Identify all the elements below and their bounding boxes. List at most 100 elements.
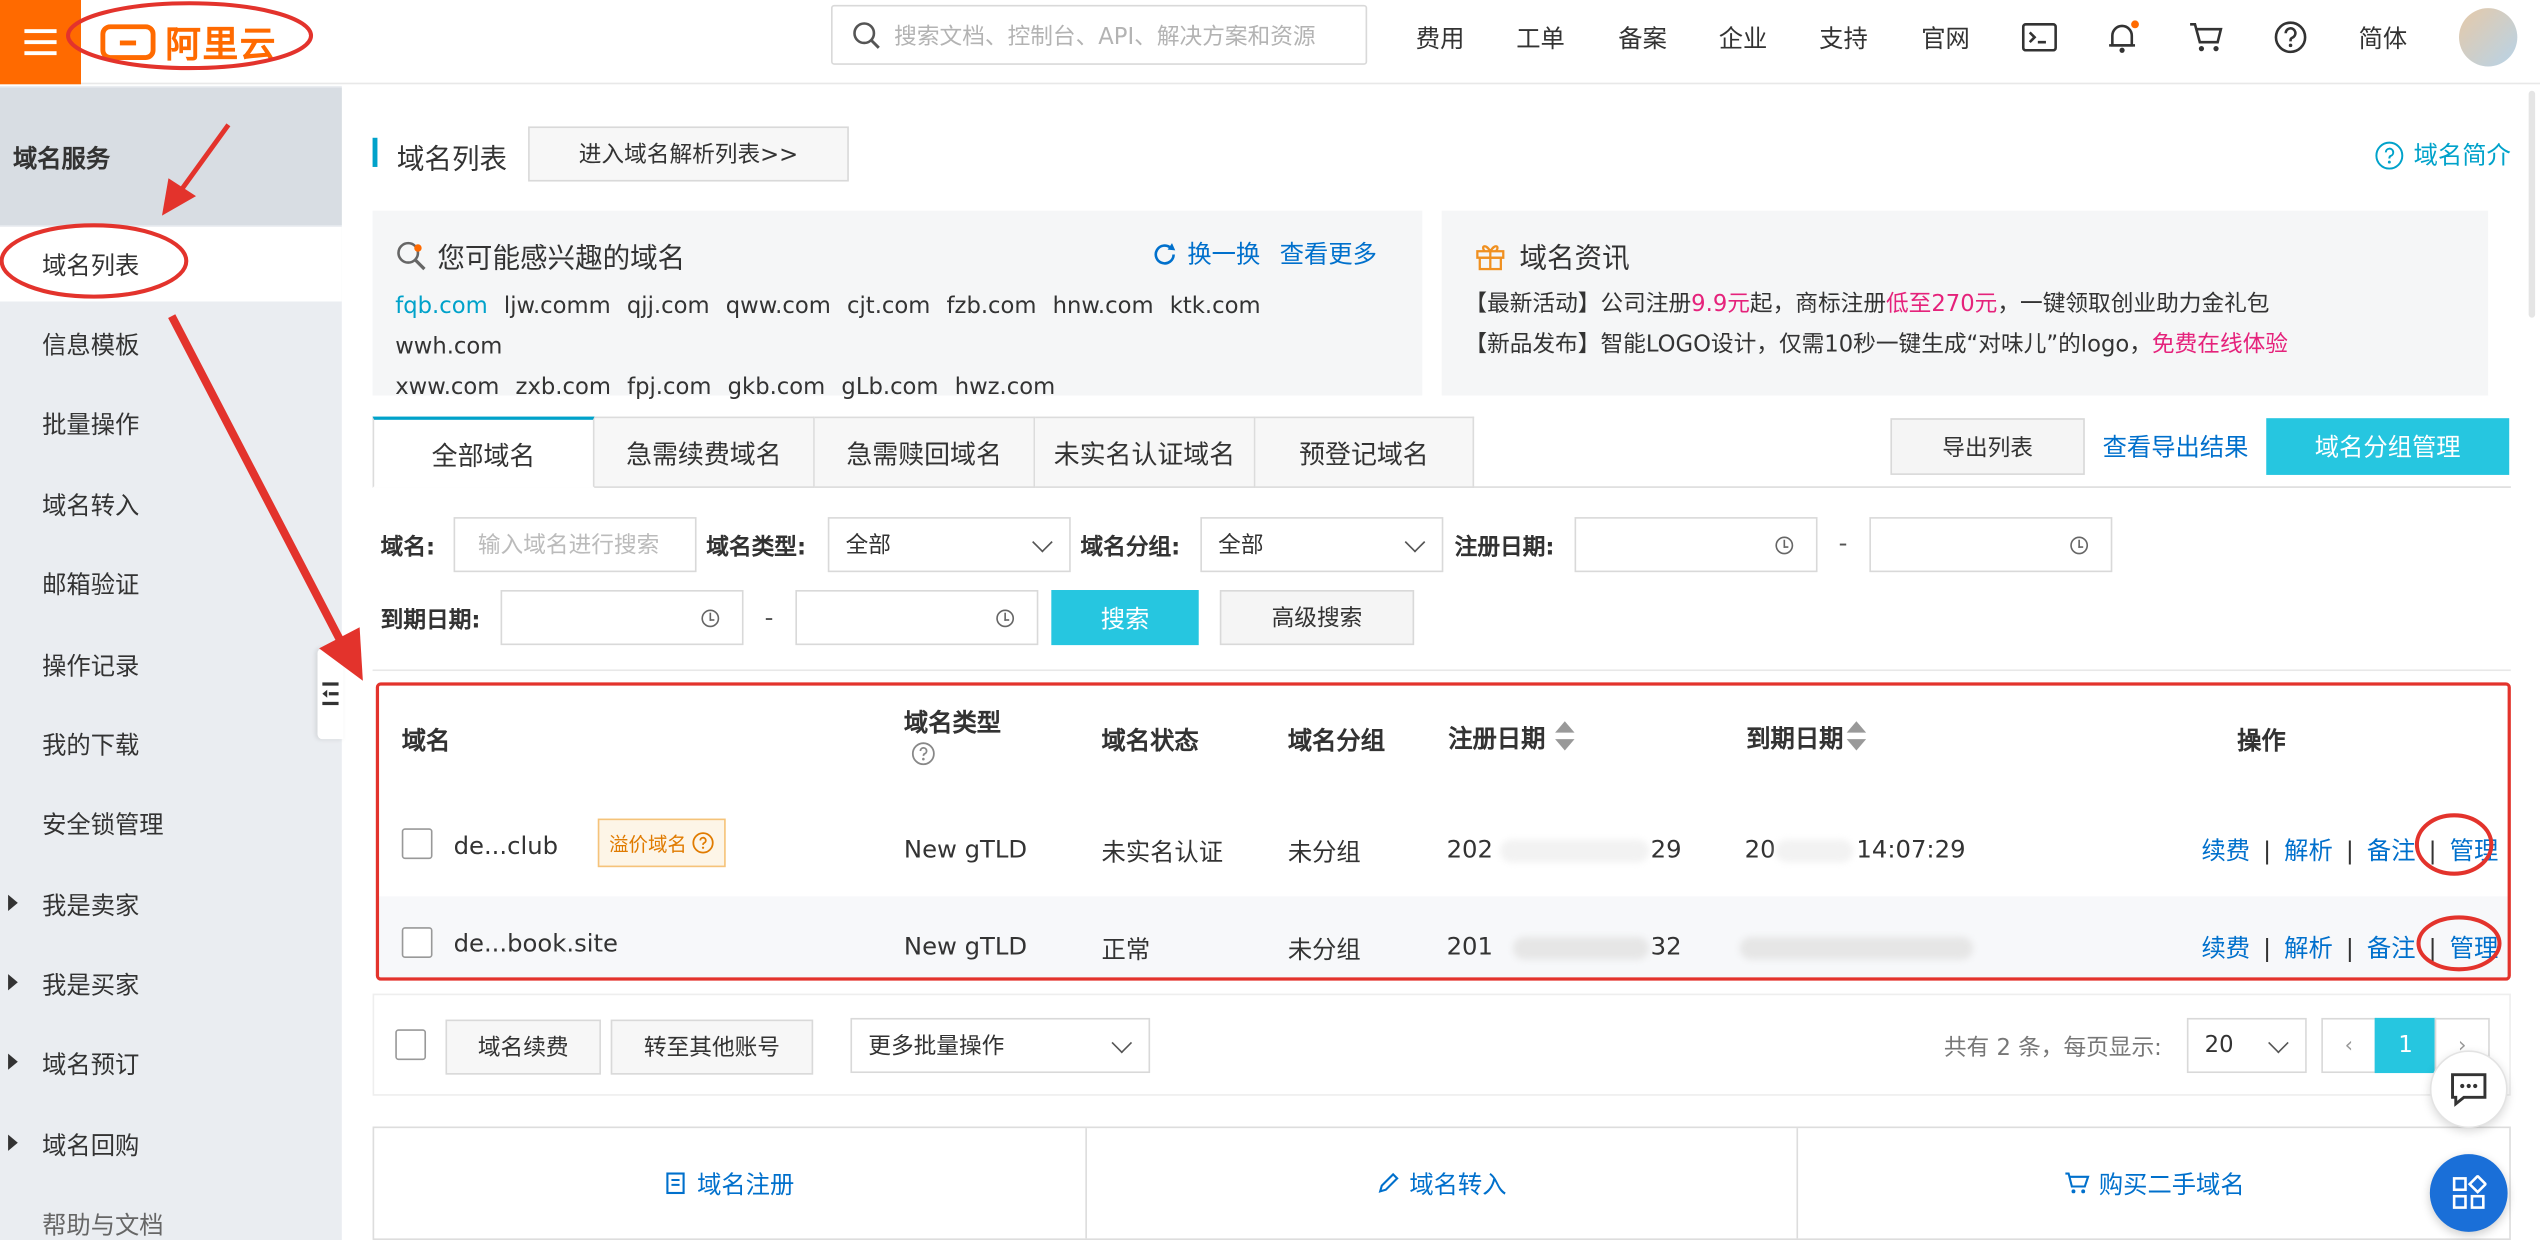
global-search-input[interactable]: 搜索文档、控制台、API、解决方案和资源 [831, 4, 1368, 65]
group-manage-button[interactable]: 域名分组管理 [2266, 418, 2510, 475]
prev-page-button[interactable]: ‹ [2321, 1017, 2377, 1074]
renew-link[interactable]: 续费 [2201, 934, 2250, 963]
see-more-link[interactable]: 查看更多 [1280, 237, 1377, 271]
menu-button[interactable] [0, 0, 81, 85]
sidebar-collapse-toggle[interactable] [317, 648, 344, 740]
tab-renew-urgent[interactable]: 急需续费域名 [594, 416, 815, 488]
domain-link[interactable]: de...book.site [454, 929, 618, 958]
reg-date-end[interactable] [1869, 517, 2113, 573]
sidebar-item-info-template[interactable]: 信息模板 [0, 306, 342, 381]
tab-redeem-urgent[interactable]: 急需赎回域名 [814, 416, 1036, 488]
sidebar-item-help-docs[interactable]: 帮助与文档 [0, 1186, 342, 1239]
suggested-domain[interactable]: qww.com [726, 287, 831, 328]
bell-icon[interactable] [2103, 18, 2142, 57]
quick-register[interactable]: 域名注册 [374, 1128, 1087, 1239]
exp-date-end[interactable] [795, 590, 1039, 646]
quick-buy-used[interactable]: 购买二手域名 [1799, 1128, 2510, 1238]
suggested-domain[interactable]: hnw.com [1053, 287, 1154, 328]
domain-link[interactable]: de...club [454, 832, 558, 861]
resolve-list-button[interactable]: 进入域名解析列表>> [528, 126, 849, 182]
chat-button[interactable] [2429, 1050, 2508, 1129]
sidebar-item-buyer[interactable]: 我是买家 [0, 947, 342, 1022]
free-trial-link[interactable]: 免费在线体验 [2152, 332, 2288, 358]
select-all-checkbox[interactable] [395, 1029, 427, 1061]
sidebar-item-buyback[interactable]: 域名回购 [0, 1107, 342, 1182]
sidebar-item-downloads[interactable]: 我的下载 [0, 707, 342, 782]
quick-transfer[interactable]: 域名转入 [1086, 1128, 1799, 1239]
news-highlight[interactable]: 低至270元 [1886, 292, 1997, 318]
suggested-domain[interactable]: hwz.com [955, 368, 1055, 409]
suggested-domain[interactable]: fqb.com [395, 287, 487, 328]
bulk-renew-button[interactable]: 域名续费 [445, 1019, 601, 1075]
nav-official-site[interactable]: 官网 [1921, 0, 1970, 75]
tab-all-domains[interactable]: 全部域名 [372, 416, 595, 488]
sidebar-item-email-verify[interactable]: 邮箱验证 [0, 546, 342, 621]
page-size-select[interactable]: 20 [2186, 1017, 2307, 1074]
suggested-domain[interactable]: qjj.com [627, 287, 710, 328]
apps-button[interactable] [2429, 1154, 2508, 1232]
terminal-icon[interactable] [2020, 18, 2059, 57]
nav-tickets[interactable]: 工单 [1516, 0, 1565, 75]
question-circle-icon[interactable] [692, 832, 715, 855]
export-list-button[interactable]: 导出列表 [1890, 418, 2085, 475]
more-bulk-select[interactable]: 更多批量操作 [850, 1017, 1151, 1074]
sidebar-item-batch-ops[interactable]: 批量操作 [0, 386, 342, 461]
nav-support[interactable]: 支持 [1819, 0, 1868, 75]
type-help-icon[interactable] [910, 741, 936, 767]
advanced-search-button[interactable]: 高级搜索 [1219, 590, 1415, 646]
page-1-button[interactable]: 1 [2374, 1017, 2437, 1074]
nav-fees[interactable]: 费用 [1416, 0, 1465, 75]
suggested-domain[interactable]: fzb.com [947, 287, 1037, 328]
domain-search-input[interactable]: 输入域名进行搜索 [453, 517, 697, 573]
note-link[interactable]: 备注 [2367, 934, 2416, 963]
suggested-domain[interactable]: zxb.com [516, 368, 611, 409]
help-icon[interactable] [2271, 18, 2310, 57]
avatar[interactable] [2459, 8, 2518, 67]
transfer-account-button[interactable]: 转至其他账号 [610, 1019, 814, 1075]
sidebar-item-transfer-in[interactable]: 域名转入 [0, 467, 342, 542]
manage-link[interactable]: 管理 [2450, 934, 2499, 963]
nav-icp[interactable]: 备案 [1618, 0, 1667, 75]
renew-link[interactable]: 续费 [2201, 836, 2250, 865]
domain-intro-link[interactable]: 域名简介 [2375, 138, 2511, 172]
reg-date-start[interactable] [1574, 517, 1818, 573]
cart-icon[interactable] [2187, 18, 2226, 57]
sort-icon[interactable] [1846, 721, 1867, 751]
tab-unverified[interactable]: 未实名认证域名 [1035, 416, 1256, 488]
suggested-domain[interactable]: gLb.com [841, 368, 938, 409]
manage-link[interactable]: 管理 [2450, 836, 2499, 865]
sidebar-item-op-log[interactable]: 操作记录 [0, 627, 342, 702]
sidebar-item-reserve[interactable]: 域名预订 [0, 1026, 342, 1101]
group-select[interactable]: 全部 [1200, 517, 1444, 573]
col-reg-date[interactable]: 注册日期 [1448, 721, 1545, 755]
export-result-link[interactable]: 查看导出结果 [2103, 430, 2249, 464]
language-switch[interactable]: 简体 [2359, 0, 2408, 75]
suggested-domain[interactable]: gkb.com [728, 368, 826, 409]
dns-link[interactable]: 解析 [2284, 934, 2333, 963]
sidebar-item-seller[interactable]: 我是卖家 [0, 867, 342, 942]
aliyun-logo[interactable]: 阿里云 [100, 13, 277, 71]
suggested-domain[interactable]: cjt.com [847, 287, 930, 328]
suggested-domain[interactable]: ktk.com [1170, 287, 1261, 328]
row-checkbox[interactable] [401, 828, 433, 860]
note-link[interactable]: 备注 [2367, 836, 2416, 865]
nav-enterprise[interactable]: 企业 [1719, 0, 1768, 75]
suggested-domain[interactable]: fpj.com [627, 368, 711, 409]
suggested-domain[interactable]: xww.com [395, 368, 499, 409]
scrollbar[interactable] [2528, 90, 2536, 318]
domain-status-link[interactable]: 未实名认证 [1102, 835, 1224, 869]
sort-icon[interactable] [1555, 721, 1575, 751]
tab-preregistered[interactable]: 预登记域名 [1255, 416, 1475, 488]
dns-link[interactable]: 解析 [2284, 836, 2333, 865]
suggested-domain[interactable]: wwh.com [395, 327, 502, 368]
news-highlight[interactable]: 9.9元 [1691, 292, 1750, 318]
sidebar-item-domain-list[interactable]: 域名列表 [0, 226, 342, 302]
refresh-link[interactable]: 换一换 [1152, 237, 1260, 271]
type-select[interactable]: 全部 [827, 517, 1071, 573]
row-checkbox[interactable] [401, 927, 433, 958]
suggested-domain[interactable]: ljw.comm [504, 287, 611, 328]
search-button[interactable]: 搜索 [1051, 590, 1199, 646]
col-exp-date[interactable]: 到期日期 [1746, 721, 1843, 755]
sidebar-item-security-lock[interactable]: 安全锁管理 [0, 786, 342, 861]
exp-date-start[interactable] [500, 590, 744, 646]
